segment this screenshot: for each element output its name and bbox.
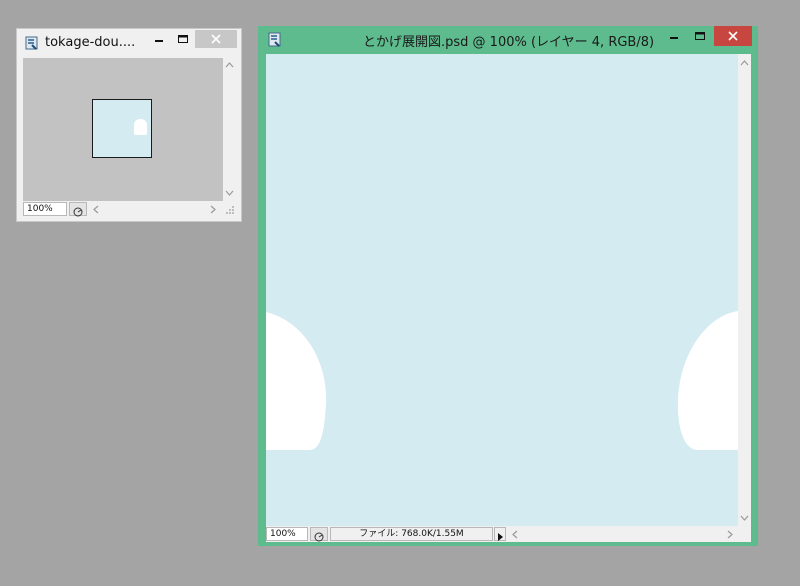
- close-icon: [211, 34, 221, 44]
- minimize-icon: [670, 37, 678, 39]
- close-icon: [728, 31, 738, 41]
- scroll-down-icon[interactable]: [225, 189, 234, 197]
- thumbnail-shape: [134, 119, 147, 135]
- maximize-button[interactable]: [688, 28, 712, 46]
- maximize-button[interactable]: [173, 31, 193, 49]
- scroll-up-icon[interactable]: [225, 61, 234, 69]
- left-white-shape: [266, 312, 327, 450]
- maximize-icon: [695, 32, 705, 40]
- navigator-horizontal-scrollbar[interactable]: [89, 202, 222, 216]
- scroll-down-icon[interactable]: [740, 514, 749, 522]
- triangle-right-icon: [498, 533, 503, 541]
- document-window: とかげ展開図.psd @ 100% (レイヤー 4, RGB/8) 100% フ…: [258, 26, 758, 546]
- canvas-artwork: [266, 311, 738, 450]
- photoshop-document-icon: [268, 32, 281, 47]
- minimize-button[interactable]: [662, 28, 686, 46]
- resize-grip-icon[interactable]: [225, 205, 235, 215]
- file-info-display: ファイル: 768.0K/1.55M: [330, 527, 493, 541]
- navigator-status-bar: 100%: [23, 201, 236, 217]
- close-button[interactable]: [714, 26, 752, 46]
- minimize-icon: [155, 40, 163, 42]
- scroll-up-icon[interactable]: [740, 59, 749, 67]
- photoshop-document-icon: [25, 36, 38, 50]
- document-status-bar: 100% ファイル: 768.0K/1.55M: [266, 526, 751, 542]
- navigator-titlebar[interactable]: tokage-dou....: [17, 29, 241, 57]
- close-button[interactable]: [195, 30, 237, 48]
- navigator-preview-area[interactable]: [23, 58, 223, 201]
- navigator-thumbnail[interactable]: [92, 99, 152, 158]
- scroll-left-icon[interactable]: [92, 205, 100, 214]
- navigator-zoom-button[interactable]: [69, 202, 87, 217]
- right-white-shape: [677, 311, 738, 450]
- navigator-view-icon: [314, 532, 324, 542]
- document-canvas[interactable]: [266, 54, 738, 526]
- document-zoom-field[interactable]: 100%: [266, 527, 308, 541]
- minimize-button[interactable]: [149, 31, 169, 49]
- document-horizontal-scrollbar[interactable]: [508, 527, 751, 541]
- document-title: とかげ展開図.psd @ 100% (レイヤー 4, RGB/8): [363, 35, 655, 50]
- navigator-view-icon: [73, 207, 83, 217]
- scroll-left-icon[interactable]: [511, 530, 519, 539]
- scroll-right-icon[interactable]: [209, 205, 217, 214]
- document-zoom-button[interactable]: [310, 527, 328, 542]
- navigator-vertical-scrollbar[interactable]: [223, 58, 236, 201]
- navigator-zoom-field[interactable]: 100%: [23, 202, 67, 216]
- scroll-right-icon[interactable]: [726, 530, 734, 539]
- maximize-icon: [178, 35, 188, 43]
- navigator-window: tokage-dou.... 100%: [16, 28, 242, 222]
- document-vertical-scrollbar[interactable]: [738, 54, 751, 526]
- status-menu-button[interactable]: [494, 527, 506, 541]
- navigator-title: tokage-dou....: [45, 35, 136, 50]
